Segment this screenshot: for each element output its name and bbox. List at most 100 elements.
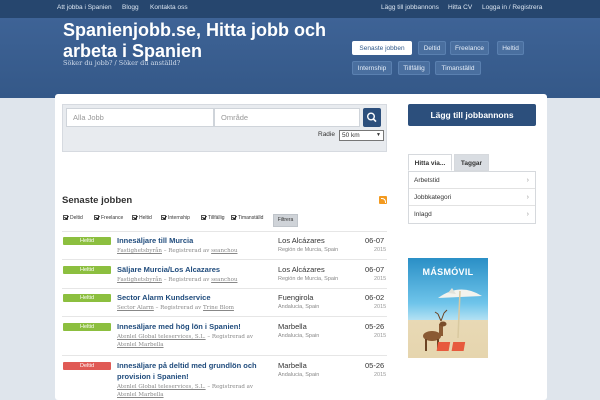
- nav-link-hitta-cv[interactable]: Hitta CV: [448, 4, 472, 11]
- job-region: Andalucia, Spain: [278, 304, 320, 310]
- sidebar-item-jobbkategori[interactable]: Jobbkategori ›: [409, 189, 535, 206]
- chevron-right-icon: ›: [526, 194, 529, 201]
- nav-link-lagg-till-jobbannons[interactable]: Lägg till jobbannons: [381, 4, 439, 11]
- search-icon: [366, 112, 377, 123]
- registered-text: Registrerad av: [160, 305, 202, 311]
- sidebar-item-label: Jobbkategori: [414, 194, 452, 201]
- chevron-right-icon: ›: [526, 177, 529, 184]
- job-year: 2015: [374, 372, 387, 378]
- browse-list: Arbetstid › Jobbkategori › Inlagd ›: [408, 171, 536, 224]
- filter-label: Internship: [168, 215, 190, 221]
- registered-text: Registrerad av: [168, 248, 210, 254]
- divider: [62, 288, 387, 289]
- site-title[interactable]: Spanienjobb.se, Hitta jobb och arbeta i …: [63, 20, 353, 62]
- nav-link-logga-in[interactable]: Logga in / Registrera: [482, 4, 542, 11]
- job-title-link[interactable]: Säljare Murcia/Los Alcazares: [117, 264, 220, 275]
- divider: [62, 355, 387, 356]
- sidebar-item-inlagd[interactable]: Inlagd ›: [409, 206, 535, 223]
- filter-deltid[interactable]: Deltid: [63, 215, 83, 221]
- job-date: 05-26: [365, 322, 385, 331]
- tab-hitta-via[interactable]: Hitta via...: [408, 154, 452, 171]
- checkbox-icon: [161, 215, 166, 220]
- beach-illustration: [423, 288, 482, 351]
- nav-link-blogg[interactable]: Blogg: [122, 4, 139, 11]
- job-title-link[interactable]: Innesäljare med hög lön i Spanien!: [117, 321, 241, 332]
- job-type-badge: Heltid: [63, 237, 111, 245]
- company-link[interactable]: Sector Alarm: [117, 305, 154, 311]
- sidebar-item-arbetstid[interactable]: Arbetstid ›: [409, 172, 535, 189]
- job-title-line: provision i Spanien!: [117, 372, 189, 381]
- author-link[interactable]: Atenlel Marbella: [117, 392, 164, 398]
- job-year: 2015: [374, 304, 387, 310]
- filter-label: Freelance: [101, 215, 124, 221]
- checkbox-icon: [94, 215, 99, 220]
- job-region: Región de Murcia, Spain: [278, 247, 339, 253]
- filter-heltid[interactable]: Heltid: [132, 215, 152, 221]
- keyword-search-input[interactable]: Alla Jobb: [66, 108, 214, 127]
- checkbox-icon: [201, 215, 206, 220]
- checkbox-icon: [132, 215, 137, 220]
- latest-jobs-heading: Senaste jobben: [62, 195, 133, 206]
- company-link[interactable]: Fastighetsbyrån: [117, 277, 162, 283]
- company-link[interactable]: Atenlel Global teleservices, S.L.: [117, 334, 206, 340]
- divider: [62, 316, 387, 317]
- job-city: Fuengirola: [278, 293, 314, 302]
- search-button[interactable]: [363, 108, 381, 127]
- author-link[interactable]: seanchou: [211, 277, 237, 283]
- job-region: Andalucia, Spain: [278, 372, 320, 378]
- sidebar-item-label: Arbetstid: [414, 177, 440, 184]
- registered-text: Registrerad av: [211, 384, 254, 390]
- chevron-down-icon: ▼: [376, 132, 381, 138]
- checkbox-icon: [231, 215, 236, 220]
- author-link[interactable]: Trine Blom: [203, 305, 234, 311]
- divider: [62, 259, 387, 260]
- top-navigation: Att jobba i Spanien Blogg Kontakta oss L…: [0, 0, 600, 18]
- job-type-badge: Heltid: [63, 323, 111, 331]
- author-link[interactable]: seanchou: [211, 248, 237, 254]
- tab-tillfallig[interactable]: Tillfällig: [398, 61, 430, 75]
- tab-heltid[interactable]: Heltid: [497, 41, 524, 55]
- filter-button[interactable]: Filtrera: [273, 214, 298, 227]
- tab-taggar[interactable]: Taggar: [454, 154, 489, 171]
- filter-label: Timanställd: [238, 215, 264, 221]
- job-date: 05-26: [365, 361, 385, 370]
- job-title-link[interactable]: Sector Alarm Kundservice: [117, 292, 211, 303]
- author-link[interactable]: Atenlel Marbella: [117, 342, 164, 348]
- filter-internship[interactable]: Internship: [161, 215, 190, 221]
- filter-freelance[interactable]: Freelance: [94, 215, 123, 221]
- filter-tillfallig[interactable]: Tillfällig: [201, 215, 224, 221]
- tab-timanstalld[interactable]: Timanställd: [435, 61, 481, 75]
- job-region: Región de Murcia, Spain: [278, 276, 339, 282]
- job-meta: Atenlel Global teleservices, S.L. – Regi…: [117, 384, 254, 398]
- advertisement-banner[interactable]: MÁSMÓVIL: [408, 258, 488, 358]
- job-year: 2015: [374, 276, 387, 282]
- company-link[interactable]: Atenlel Global teleservices, S.L.: [117, 384, 206, 390]
- job-title-link[interactable]: Innesäljare till Murcia: [117, 235, 193, 246]
- nav-link-att-jobba[interactable]: Att jobba i Spanien: [57, 4, 112, 11]
- tab-deltid[interactable]: Deltid: [418, 41, 446, 55]
- radius-select[interactable]: 50 km ▼: [339, 130, 384, 141]
- area-search-input[interactable]: Område: [214, 108, 360, 127]
- chevron-right-icon: ›: [526, 211, 529, 218]
- tab-senaste-jobben[interactable]: Senaste jobben: [352, 41, 412, 55]
- job-city: Marbella: [278, 361, 307, 370]
- company-link[interactable]: Fastighetsbyrån: [117, 248, 162, 254]
- job-city: Los Alcázares: [278, 265, 325, 274]
- sidebar-item-label: Inlagd: [414, 211, 432, 218]
- site-subtitle: Söker du jobb? / Söker du anställd?: [63, 59, 181, 67]
- job-type-badge: Heltid: [63, 294, 111, 302]
- filter-timanstalld[interactable]: Timanställd: [231, 215, 263, 221]
- job-meta: Fastighetsbyrån – Registrerad av seancho…: [117, 248, 238, 254]
- job-title-link[interactable]: Innesäljare på deltid med grundlön och pr…: [117, 360, 257, 382]
- job-meta: Sector Alarm – Registrerad av Trine Blom: [117, 305, 234, 311]
- job-meta: Fastighetsbyrån – Registrerad av seancho…: [117, 277, 238, 283]
- nav-link-kontakta[interactable]: Kontakta oss: [150, 4, 188, 11]
- add-job-ad-button[interactable]: Lägg till jobbannons: [408, 104, 536, 126]
- job-date: 06-02: [365, 293, 385, 302]
- tab-internship[interactable]: Internship: [352, 61, 392, 75]
- job-year: 2015: [374, 333, 387, 339]
- job-city: Los Alcázares: [278, 236, 325, 245]
- tab-freelance[interactable]: Freelance: [450, 41, 489, 55]
- rss-icon[interactable]: [379, 196, 387, 204]
- job-meta: Atenlel Global teleservices, S.L. – Regi…: [117, 334, 254, 348]
